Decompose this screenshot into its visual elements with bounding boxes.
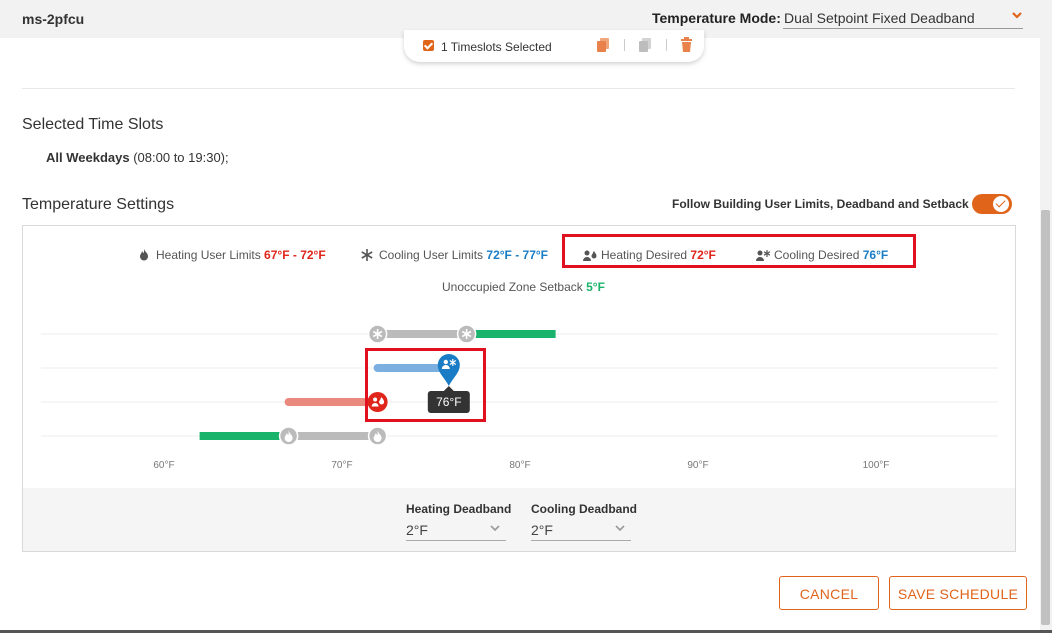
chevron-down-icon (490, 522, 500, 537)
selected-time-range: (08:00 to 19:30); (133, 150, 229, 165)
cooling-deadband-select[interactable]: 2°F (531, 520, 631, 541)
toggle-knob (993, 196, 1009, 212)
legend-unoccupied-setback: Unoccupied Zone Setback 5°F (442, 280, 605, 294)
temperature-mode-value: Dual Setpoint Fixed Deadband (784, 10, 975, 26)
axis-tick-label: 80°F (509, 460, 530, 471)
heating-deadband-label: Heating Deadband (406, 502, 512, 516)
heating-deadband-value: 2°F (406, 522, 428, 538)
axis-tick-label: 100°F (863, 460, 890, 471)
save-schedule-button[interactable]: SAVE SCHEDULE (889, 576, 1027, 610)
selected-time-slots-title: Selected Time Slots (22, 116, 164, 133)
cooling-max-limit-handle[interactable] (456, 324, 477, 344)
temperature-settings-panel: Heating User Limits 67°F - 72°F Cooling … (22, 225, 1016, 552)
trash-icon[interactable] (680, 37, 694, 53)
slider-highlight-box (365, 348, 486, 422)
cancel-button[interactable]: CANCEL (779, 576, 879, 610)
chevron-down-icon (615, 522, 625, 537)
paste-icon[interactable] (638, 37, 652, 53)
selected-days: All Weekdays (46, 150, 130, 165)
heating-limits-value: 67°F - 72°F (264, 248, 326, 262)
copy-icon[interactable] (596, 37, 610, 53)
legend-heating-limits: Heating User Limits 67°F - 72°F (138, 248, 326, 262)
chevron-down-icon (1011, 8, 1023, 25)
legend-highlight-box (562, 234, 916, 268)
timeslot-selected-label: 1 Timeslots Selected (441, 40, 552, 54)
cooling-min-limit-handle[interactable] (367, 324, 388, 344)
toolbar-divider (624, 39, 625, 51)
timeslot-select-checkbox[interactable] (423, 40, 434, 51)
follow-building-limits-label: Follow Building User Limits, Deadband an… (672, 197, 969, 211)
timeslot-toolbar: 1 Timeslots Selected (404, 30, 704, 62)
section-divider (22, 88, 1015, 89)
cooling-deadband-label: Cooling Deadband (531, 502, 637, 516)
selected-time-slots-summary: All Weekdays (08:00 to 19:30); (46, 150, 229, 165)
setback-value: 5°F (586, 280, 605, 294)
toolbar-divider (666, 39, 667, 51)
deadband-section: Heating Deadband 2°F Cooling Deadband 2°… (23, 488, 1015, 551)
flame-icon (138, 249, 152, 261)
scrollbar-thumb[interactable] (1041, 210, 1050, 625)
axis-tick-label: 60°F (153, 460, 174, 471)
temperature-mode-label: Temperature Mode: (652, 10, 781, 26)
zone-name: ms-2pfcu (22, 11, 85, 27)
follow-building-limits-toggle[interactable] (972, 194, 1012, 214)
legend-cooling-limits: Cooling User Limits 72°F - 77°F (361, 248, 548, 262)
temperature-mode-select[interactable]: Dual Setpoint Fixed Deadband (783, 8, 1023, 29)
snowflake-icon (361, 249, 375, 261)
cooling-limits-value: 72°F - 77°F (486, 248, 549, 262)
temperature-range-slider[interactable]: 76°F 60°F 70°F 80°F 90°F 100°F (23, 306, 1015, 476)
cooling-deadband-value: 2°F (531, 522, 553, 538)
heating-min-limit-handle[interactable] (278, 426, 299, 446)
temperature-settings-title: Temperature Settings (22, 196, 175, 213)
axis-tick-label: 70°F (331, 460, 352, 471)
axis-tick-label: 90°F (687, 460, 708, 471)
heating-deadband-select[interactable]: 2°F (406, 520, 506, 541)
heating-max-limit-handle[interactable] (367, 426, 388, 446)
